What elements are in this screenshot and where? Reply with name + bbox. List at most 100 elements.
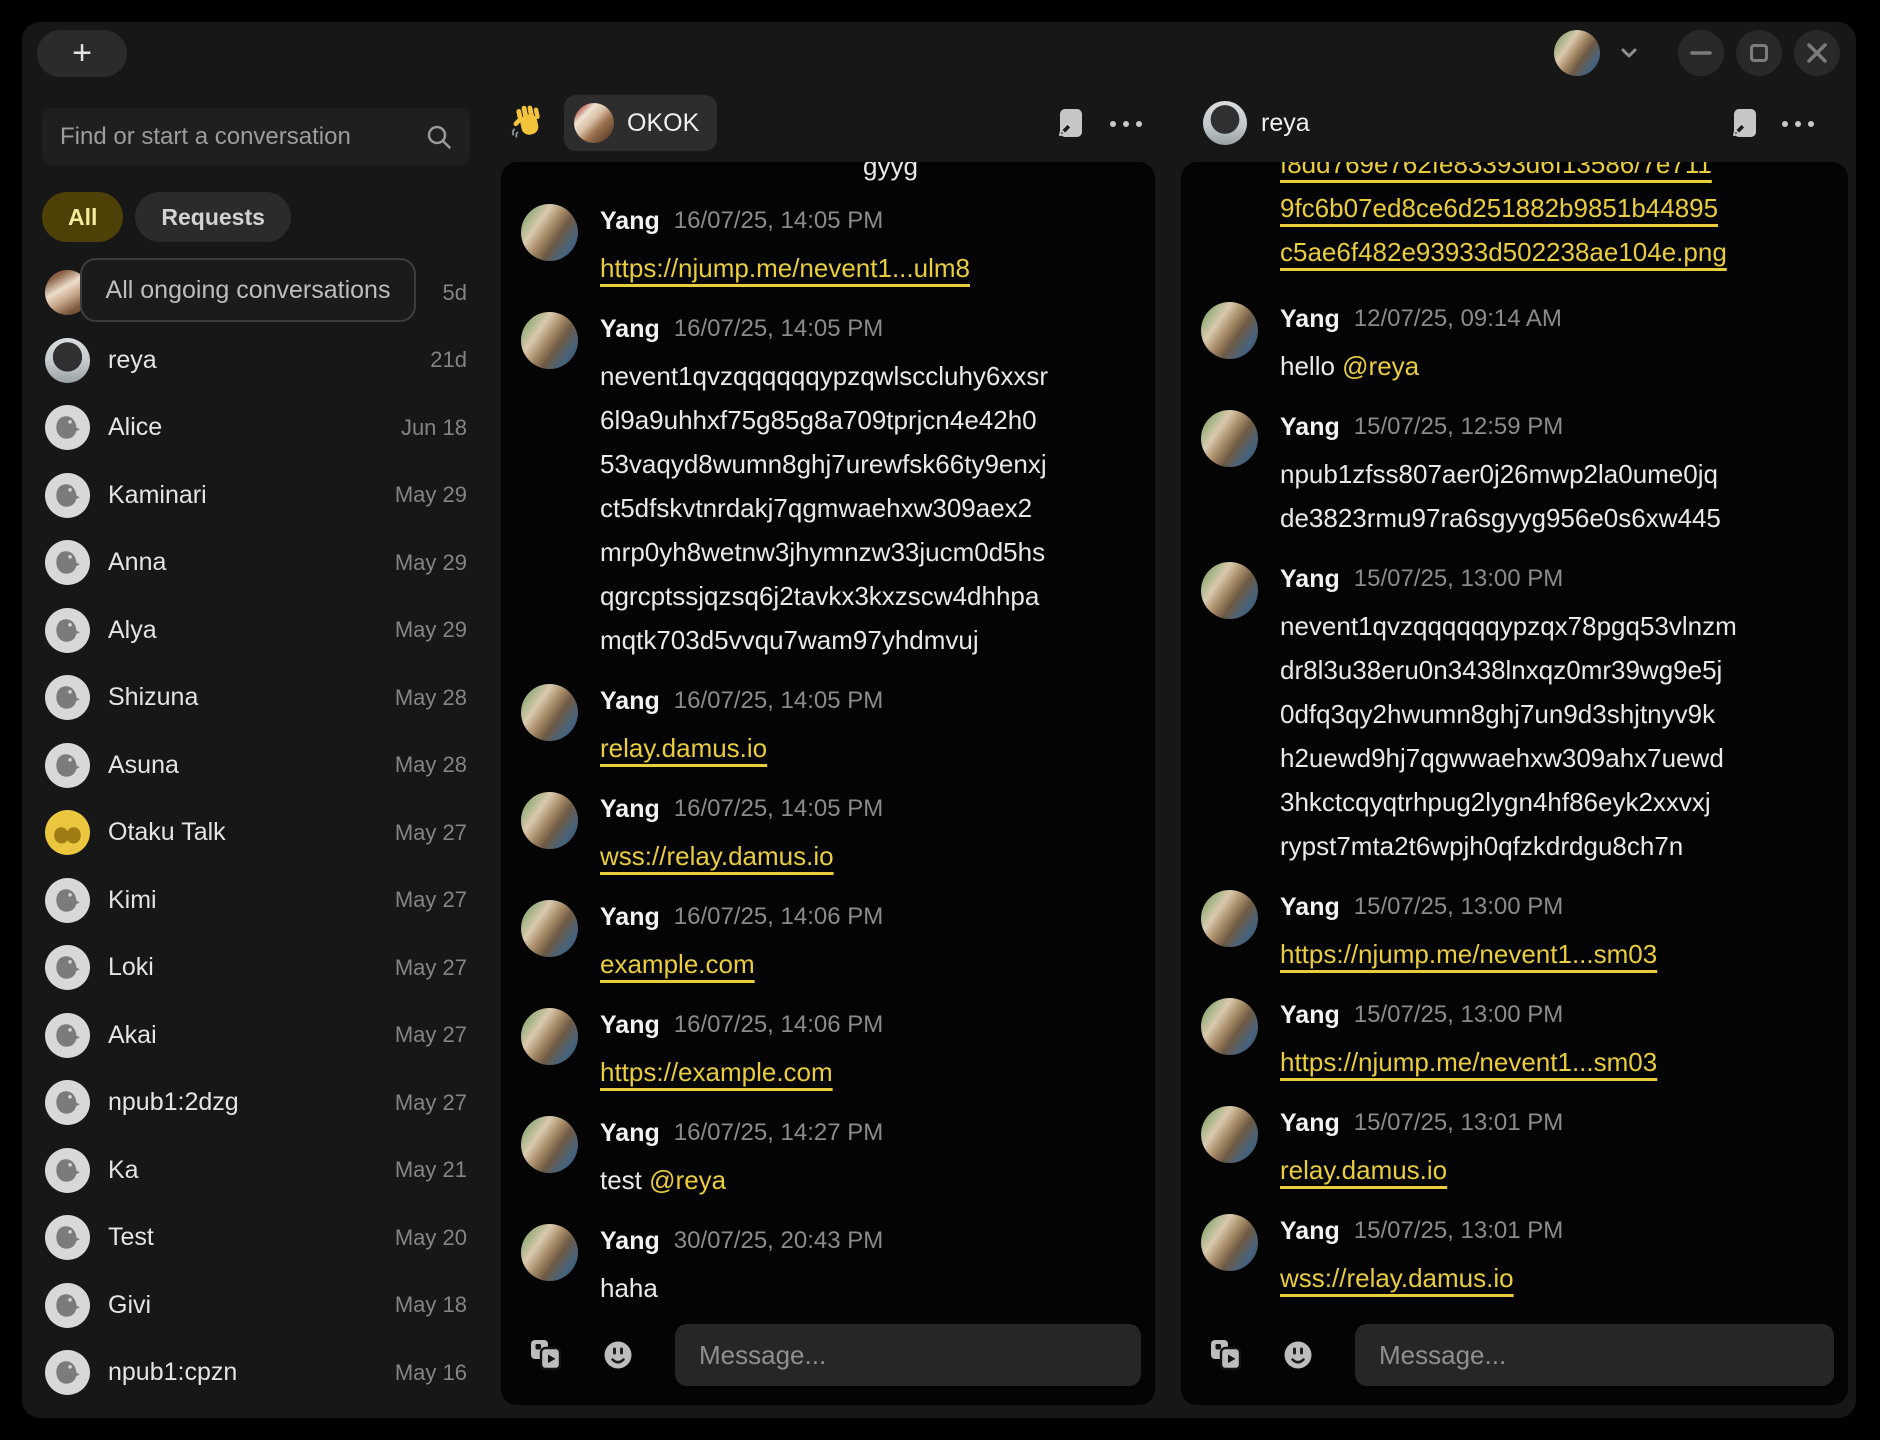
avatar-yang[interactable] <box>1201 562 1258 619</box>
mention-reya[interactable]: @reya <box>1342 351 1419 381</box>
conversation-item-asuna[interactable]: AsunaMay 28 <box>22 732 482 800</box>
avatar-yang[interactable] <box>521 1116 578 1173</box>
conversation-name: Givi <box>108 1291 395 1320</box>
conversation-time: May 20 <box>395 1225 467 1251</box>
conversation-name: Alya <box>108 616 395 645</box>
avatar-yang[interactable] <box>521 1224 578 1281</box>
avatar-yang[interactable] <box>1201 1106 1258 1163</box>
conversation-item-alice[interactable]: AliceJun 18 <box>22 394 482 462</box>
message-list: gyyg Yang16/07/25, 14:05 PMhttps://njump.… <box>501 162 1155 1315</box>
message: Yang16/07/25, 14:05 PMhttps://njump.me/n… <box>521 204 1135 290</box>
window-controls <box>1678 30 1840 76</box>
more-options-icon[interactable] <box>1110 106 1142 142</box>
tab-all[interactable]: All <box>42 192 123 242</box>
message-sender: Yang <box>1280 565 1340 594</box>
message-link[interactable]: example.com <box>600 949 755 979</box>
maximize-button[interactable] <box>1736 30 1782 76</box>
conversation-item-loki[interactable]: LokiMay 27 <box>22 934 482 1002</box>
avatar-yang[interactable] <box>521 684 578 741</box>
search-input[interactable] <box>58 122 424 152</box>
message-text: mrp0yh8wetnw3jhymnzw33jucm0d5hs <box>600 530 1048 574</box>
avatar-yang[interactable] <box>521 792 578 849</box>
avatar-yang[interactable] <box>521 900 578 957</box>
message-link[interactable]: c5ae6f482e93933d502238ae104e.png <box>1280 230 1828 274</box>
avatar-yang[interactable] <box>521 204 578 261</box>
conversation-item-npub1-cpzn[interactable]: npub1:cpznMay 16 <box>22 1339 482 1407</box>
message-text: gyyg <box>863 162 1135 188</box>
avatar-yang[interactable] <box>1201 302 1258 359</box>
new-conversation-button[interactable]: + <box>37 30 127 77</box>
message: Yang15/07/25, 13:00 PMnevent1qvzqqqqqqyp… <box>1201 562 1828 868</box>
message-link[interactable]: wss://relay.damus.io <box>1280 1263 1514 1293</box>
conversation-item-npub1-2dzg[interactable]: npub1:2dzgMay 27 <box>22 1069 482 1137</box>
message-timestamp: 16/07/25, 14:27 PM <box>674 1119 883 1147</box>
message-content: npub1zfss807aer0j26mwp2la0ume0jqde3823rm… <box>1280 452 1721 540</box>
account-menu[interactable] <box>1554 30 1644 76</box>
message-link[interactable]: wss://relay.damus.io <box>600 841 834 871</box>
avatar-default <box>45 675 90 720</box>
note-edit-button[interactable] <box>1729 107 1760 141</box>
message-timestamp: 16/07/25, 14:06 PM <box>674 903 883 931</box>
message-content: test @reya <box>600 1158 883 1202</box>
conversation-item-test[interactable]: TestMay 20 <box>22 1204 482 1272</box>
close-button[interactable] <box>1794 30 1840 76</box>
note-edit-button[interactable] <box>1055 107 1086 141</box>
conversation-item-reya[interactable]: reya21d <box>22 327 482 395</box>
avatar-yang[interactable] <box>1201 890 1258 947</box>
chat-title-pill[interactable]: OKOK <box>564 95 717 151</box>
conversation-item-kaminari[interactable]: KaminariMay 29 <box>22 462 482 530</box>
message-link[interactable]: https://njump.me/nevent1...sm03 <box>1280 939 1657 969</box>
conversation-time: May 27 <box>395 955 467 981</box>
conversation-item-givi[interactable]: GiviMay 18 <box>22 1272 482 1340</box>
media-attach-icon[interactable] <box>529 1338 565 1372</box>
minimize-button[interactable] <box>1678 30 1724 76</box>
avatar-yang[interactable] <box>1201 1214 1258 1271</box>
message-link[interactable]: https://njump.me/nevent1...ulm8 <box>600 253 970 283</box>
message-sender: Yang <box>1280 1001 1340 1030</box>
maximize-icon <box>1736 30 1782 76</box>
conversation-item-akai[interactable]: AkaiMay 27 <box>22 1002 482 1070</box>
search-icon <box>424 122 454 152</box>
more-options-icon[interactable] <box>1782 106 1814 142</box>
chat-avatar[interactable] <box>1203 101 1247 145</box>
message-link[interactable]: f8dd769e762fe83393d6f13586/7e711 <box>1280 162 1828 186</box>
avatar-yang[interactable] <box>1201 410 1258 467</box>
message-timestamp: 15/07/25, 13:00 PM <box>1354 1001 1563 1029</box>
message-input[interactable] <box>675 1324 1141 1386</box>
message: Yang16/07/25, 14:05 PMnevent1qvzqqqqqqyp… <box>521 312 1135 662</box>
message-link[interactable]: 9fc6b07ed8ce6d251882b9851b44895 <box>1280 186 1828 230</box>
chat-panel-reya: f8dd769e762fe83393d6f13586/7e7119fc6b07e… <box>1181 162 1848 1405</box>
conversation-time: May 28 <box>395 752 467 778</box>
message-link[interactable]: https://example.com <box>600 1057 833 1087</box>
composer <box>1181 1315 1848 1405</box>
emoji-icon[interactable] <box>1281 1338 1315 1372</box>
conversation-item-otaku-talk[interactable]: Otaku TalkMay 27 <box>22 799 482 867</box>
message-link[interactable]: relay.damus.io <box>1280 1155 1447 1185</box>
conversation-item-ka[interactable]: KaMay 21 <box>22 1137 482 1205</box>
conversation-item-kimi[interactable]: KimiMay 27 <box>22 867 482 935</box>
media-attach-icon[interactable] <box>1209 1338 1245 1372</box>
message-link[interactable]: https://njump.me/nevent1...sm03 <box>1280 1047 1657 1077</box>
message-text: 3hkctcqyqtrhpug2lygn4hf86eyk2xxvxj <box>1280 780 1737 824</box>
conversation-item-shizuna[interactable]: ShizunaMay 28 <box>22 664 482 732</box>
avatar-yang[interactable] <box>521 1008 578 1065</box>
tab-requests[interactable]: Requests <box>135 192 291 242</box>
conversation-time: Jun 18 <box>401 415 467 441</box>
close-icon <box>1794 30 1840 76</box>
message-input[interactable] <box>1355 1324 1834 1386</box>
message: Yang12/07/25, 09:14 AMhello @reya <box>1201 302 1828 388</box>
message-text: de3823rmu97ra6sgyyg956e0s6xw445 <box>1280 496 1721 540</box>
message-content: relay.damus.io <box>600 726 883 770</box>
conversation-item-alya[interactable]: AlyaMay 29 <box>22 597 482 665</box>
avatar-yang[interactable] <box>1201 998 1258 1055</box>
conversation-name: Akai <box>108 1021 395 1050</box>
emoji-icon[interactable] <box>601 1338 635 1372</box>
account-avatar[interactable] <box>1554 30 1600 76</box>
message-content: hello @reya <box>1280 344 1562 388</box>
message-content: wss://relay.damus.io <box>600 834 883 878</box>
avatar-yang[interactable] <box>521 312 578 369</box>
conversation-name: Test <box>108 1223 395 1252</box>
conversation-item-anna[interactable]: AnnaMay 29 <box>22 529 482 597</box>
message-link[interactable]: relay.damus.io <box>600 733 767 763</box>
mention-reya[interactable]: @reya <box>649 1165 726 1195</box>
